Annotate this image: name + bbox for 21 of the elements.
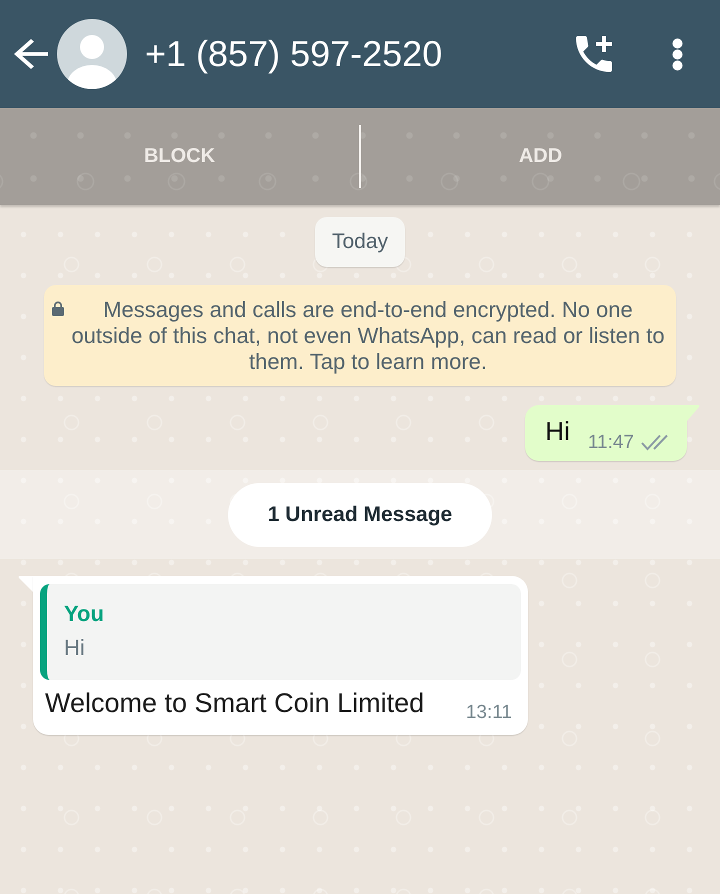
unread-messages-pill: 1 Unread Message xyxy=(228,482,492,546)
outgoing-message-bubble[interactable]: Hi 11:47 xyxy=(525,405,687,461)
notice-text: Messages and calls are end-to-end encrypted. No one outside of this chat, not even WhatsApp, can read or listen to them. Tap to learn more. xyxy=(70,297,666,375)
message-time: 11:47 xyxy=(588,432,634,454)
contact-title[interactable]: +1 (857) 597-2520 xyxy=(145,33,442,75)
incoming-message-bubble[interactable]: You Hi Welcome to Smart Coin Limited 13:11 xyxy=(33,576,528,735)
bubble-tail-icon xyxy=(687,405,700,421)
encryption-notice[interactable]: Messages and calls are end-to-end encrypted. No one outside of this chat, not even WhatsApp, can read or listen to them. Tap to learn more. xyxy=(44,285,676,386)
message-time: 13:11 xyxy=(464,702,512,724)
message-text: Hi xyxy=(545,416,570,446)
quote-author: You xyxy=(64,600,104,628)
quote-text: Hi xyxy=(64,634,85,662)
back-arrow-icon[interactable] xyxy=(14,39,48,69)
date-chip: Today xyxy=(314,217,406,267)
message-text: Welcome to Smart Coin Limited xyxy=(45,687,424,719)
avatar-icon[interactable] xyxy=(57,19,127,89)
quoted-message[interactable]: You Hi xyxy=(40,584,521,680)
lock-icon xyxy=(52,301,64,316)
menu-icon[interactable] xyxy=(672,38,683,70)
phone-plus-icon[interactable] xyxy=(574,36,614,72)
bubble-tail-icon xyxy=(18,576,33,592)
